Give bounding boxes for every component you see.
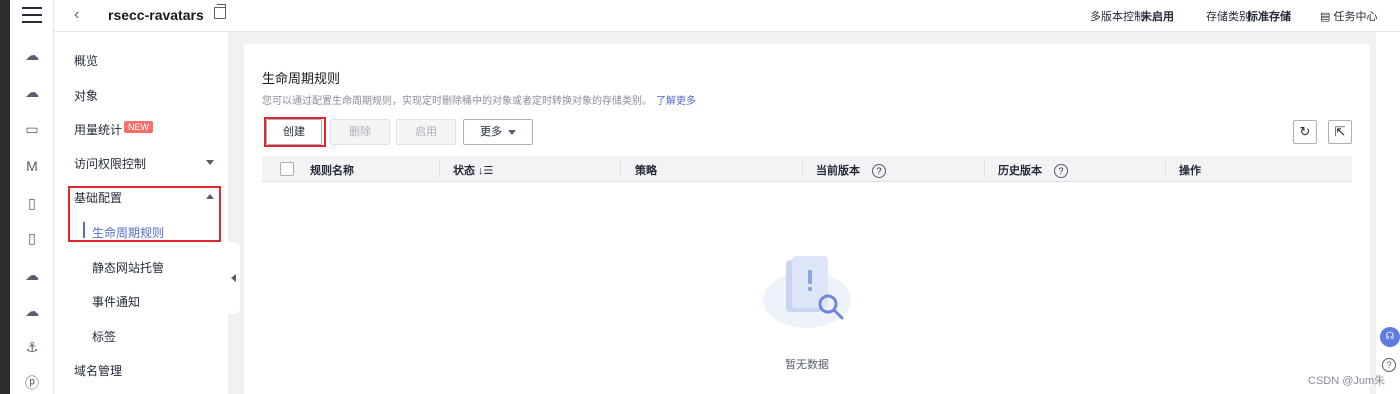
back-icon[interactable]: ‹ xyxy=(74,6,79,24)
wave-icon[interactable]: M xyxy=(23,157,41,175)
bucket-sidebar: 概览 对象 用量统计 NEW 访问权限控制 基础配置 生命周期规则 静态网站托管… xyxy=(54,32,228,394)
learn-more-link[interactable]: 了解更多 xyxy=(656,96,696,107)
sidebar-collapse-handle[interactable] xyxy=(228,242,240,314)
sidebar-item-usage[interactable]: 用量统计 xyxy=(74,121,122,138)
more-label: 更多 xyxy=(480,126,502,138)
cloud-dots-icon[interactable]: ☁ xyxy=(23,83,41,101)
cloud-upload-icon[interactable]: ☁ xyxy=(23,266,41,284)
description-text: 您可以通过配置生命周期规则，实现定时删除桶中的对象或者定时转换对象的存储类别。 xyxy=(262,96,652,107)
watermark: CSDN @Jum朱 xyxy=(1308,375,1386,387)
col-actions: 操作 xyxy=(1179,165,1201,177)
sidebar-item-event-notify[interactable]: 事件通知 xyxy=(92,293,140,310)
sidebar-item-access-control[interactable]: 访问权限控制 xyxy=(74,155,146,172)
storage-class-value: 标准存储 xyxy=(1247,11,1291,23)
files-icon[interactable]: ▯ xyxy=(23,229,41,247)
help-float-icon[interactable]: ? xyxy=(1382,358,1396,372)
col-status[interactable]: 状态 ↓☰ xyxy=(453,162,493,178)
enable-button[interactable]: 启用 xyxy=(396,119,456,145)
highlight-box-create xyxy=(264,117,326,147)
help-icon[interactable]: ? xyxy=(1054,164,1068,178)
cloud-service-icon[interactable]: ☁ xyxy=(23,46,41,64)
help-icon[interactable]: ? xyxy=(872,164,886,178)
file-icon[interactable]: ▯ xyxy=(23,194,41,212)
sidebar-item-overview[interactable]: 概览 xyxy=(74,52,98,69)
caret-down-icon xyxy=(508,129,516,135)
chevron-down-icon[interactable] xyxy=(206,160,214,165)
versioning-value: 未启用 xyxy=(1141,11,1174,23)
refresh-icon[interactable]: ↻ xyxy=(1293,120,1317,144)
sidebar-item-tags[interactable]: 标签 xyxy=(92,328,116,345)
menu-icon[interactable] xyxy=(22,7,42,23)
highlight-box-basic-config xyxy=(68,186,221,242)
column-divider xyxy=(984,160,985,178)
app-root: ☁ ☁ ▭ M ▯ ▯ ☁ ☁ ⚓ ⓟ ‹ rsecc-ravatars 多版本… xyxy=(0,0,1400,394)
sidebar-item-domain[interactable]: 域名管理 xyxy=(74,362,122,379)
col-current-version-label: 当前版本 xyxy=(816,165,860,177)
export-icon[interactable]: ⇱ xyxy=(1328,120,1352,144)
top-bar: ‹ rsecc-ravatars 多版本控制 未启用 存储类别 标准存储 ▤ 任… xyxy=(54,0,1400,32)
delete-button[interactable]: 删除 xyxy=(330,119,390,145)
clipboard-icon: ▤ xyxy=(1320,11,1331,23)
storage-class-label: 存储类别 xyxy=(1206,11,1250,23)
table-header: 规则名称 状态 ↓☰ 策略 当前版本? 历史版本? 操作 xyxy=(262,156,1352,182)
lifecycle-panel: 生命周期规则 您可以通过配置生命周期规则，实现定时删除桶中的对象或者定时转换对象… xyxy=(244,44,1370,394)
circle-p-icon[interactable]: ⓟ xyxy=(23,374,41,392)
versioning-label: 多版本控制 xyxy=(1090,11,1145,23)
select-all-checkbox[interactable] xyxy=(280,162,294,176)
service-icon-rail: ☁ ☁ ▭ M ▯ ▯ ☁ ☁ ⚓ ⓟ xyxy=(10,0,54,394)
anchor-icon[interactable]: ⚓ xyxy=(23,338,41,356)
col-rule-name: 规则名称 xyxy=(310,165,354,177)
window-edge xyxy=(0,0,10,394)
col-history-version: 历史版本? xyxy=(998,162,1068,178)
sort-icon[interactable]: ↓☰ xyxy=(478,165,493,177)
bucket-name: rsecc-ravatars xyxy=(108,7,204,23)
task-center-label: 任务中心 xyxy=(1333,11,1378,23)
empty-state-text: 暂无数据 xyxy=(785,359,829,371)
column-divider xyxy=(802,160,803,178)
cloud-sync-icon[interactable]: ☁ xyxy=(23,302,41,320)
sidebar-item-static-website[interactable]: 静态网站托管 xyxy=(92,259,164,276)
column-divider xyxy=(439,160,440,178)
storage-disk-icon[interactable]: ▭ xyxy=(23,120,41,138)
headset-support-icon[interactable]: ☊ xyxy=(1380,327,1400,347)
more-dropdown[interactable]: 更多 xyxy=(463,119,533,145)
column-divider xyxy=(620,160,621,178)
page-title: 生命周期规则 xyxy=(262,71,341,86)
task-center-link[interactable]: ▤ 任务中心 xyxy=(1320,8,1377,24)
sidebar-item-objects[interactable]: 对象 xyxy=(74,87,98,104)
new-badge: NEW xyxy=(124,121,153,133)
column-divider xyxy=(1165,160,1166,178)
col-current-version: 当前版本? xyxy=(816,162,886,178)
copy-icon[interactable] xyxy=(214,4,226,19)
empty-data-illustration-icon xyxy=(763,256,851,328)
page-description: 您可以通过配置生命周期规则，实现定时删除桶中的对象或者定时转换对象的存储类别。了… xyxy=(262,92,696,107)
col-status-label: 状态 xyxy=(453,165,475,177)
col-policy: 策略 xyxy=(635,165,657,177)
col-history-version-label: 历史版本 xyxy=(998,165,1042,177)
